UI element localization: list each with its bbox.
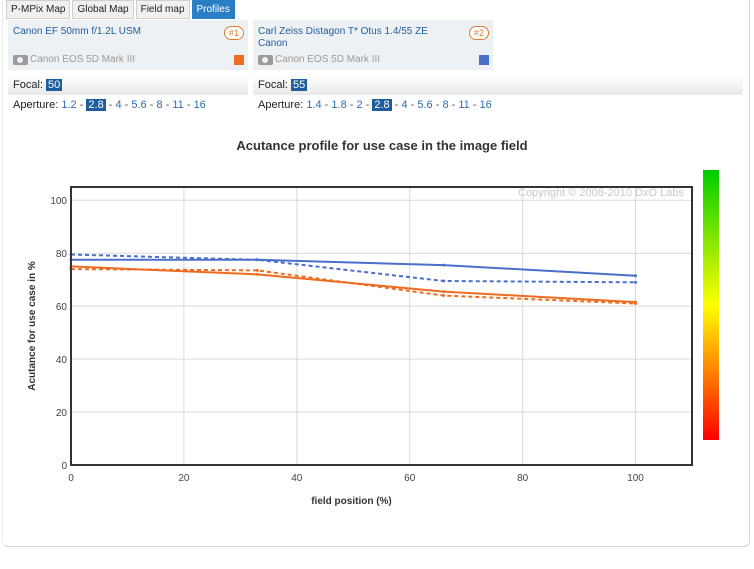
series-point-1	[634, 274, 638, 278]
x-tick-label: 60	[404, 473, 416, 484]
series-point-4	[442, 294, 446, 298]
y-tick-label: 20	[56, 408, 68, 419]
series-point-3	[442, 290, 446, 294]
acutance-chart: Copyright © 2008-2010 DxO Labs 0 20 40 60 80 1…	[27, 170, 719, 507]
series-point-1	[442, 263, 446, 267]
y-axis-label: Acutance for use case in %	[27, 261, 38, 391]
series-point-2	[442, 279, 446, 283]
plot-area	[71, 187, 692, 465]
y-tick-label: 100	[50, 196, 67, 207]
series-point-3	[255, 272, 259, 276]
y-tick-label: 0	[61, 461, 67, 472]
series-point-4	[255, 268, 259, 272]
color-scale-bar	[703, 170, 719, 440]
x-tick-label: 20	[178, 473, 190, 484]
x-tick-label: 100	[627, 473, 644, 484]
y-tick-label: 80	[56, 249, 68, 260]
copyright-text: Copyright © 2008-2010 DxO Labs	[518, 187, 684, 199]
y-tick-label: 40	[56, 355, 68, 366]
x-tick-label: 0	[68, 473, 74, 484]
x-tick-label: 40	[291, 473, 303, 484]
series-point-2	[634, 280, 638, 284]
x-axis-label: field position (%)	[311, 496, 392, 507]
x-tick-label: 80	[517, 473, 529, 484]
series-point-2	[255, 258, 259, 262]
y-tick-label: 60	[56, 302, 68, 313]
series-point-4	[634, 301, 638, 305]
